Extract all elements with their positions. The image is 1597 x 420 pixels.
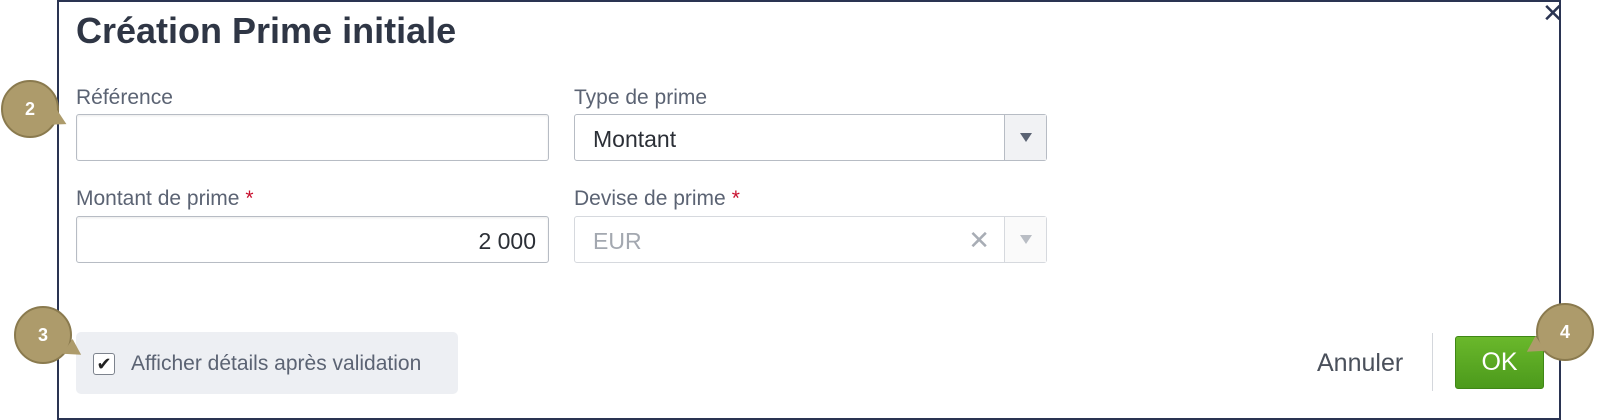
montant-input[interactable]: 2 000: [76, 216, 549, 263]
chevron-down-icon: [1019, 133, 1032, 142]
required-asterisk: *: [245, 187, 254, 210]
callout-badge-3: 3: [14, 306, 72, 364]
close-icon[interactable]: ✕: [1542, 1, 1564, 27]
reference-input[interactable]: [76, 114, 549, 161]
type-prime-label: Type de prime: [574, 86, 708, 109]
type-prime-dropdown-button[interactable]: [1004, 115, 1046, 160]
show-details-label[interactable]: Afficher détails après validation: [131, 352, 421, 376]
devise-dropdown-button[interactable]: [1004, 217, 1046, 262]
devise-label: Devise de prime *: [574, 187, 740, 211]
clear-icon[interactable]: ✕: [968, 226, 990, 256]
devise-label-text: Devise de prime: [574, 187, 726, 210]
callout-badge-4: 4: [1536, 303, 1594, 361]
show-details-checkbox[interactable]: ✔: [93, 353, 115, 375]
montant-label: Montant de prime *: [76, 187, 254, 211]
type-prime-value: Montant: [593, 126, 677, 152]
required-asterisk: *: [731, 187, 740, 210]
devise-value: EUR: [593, 228, 642, 254]
divider: [1432, 333, 1433, 391]
show-details-option[interactable]: ✔ Afficher détails après validation: [76, 332, 458, 394]
dialog-title: Création Prime initiale: [76, 10, 457, 51]
montant-label-text: Montant de prime: [76, 187, 240, 210]
callout-badge-2: 2: [1, 80, 59, 138]
chevron-down-icon: [1019, 235, 1032, 244]
devise-select[interactable]: EUR ✕: [574, 216, 1047, 263]
type-prime-select[interactable]: Montant: [574, 114, 1047, 161]
reference-label: Référence: [76, 86, 173, 109]
cancel-button[interactable]: Annuler: [1317, 349, 1403, 378]
